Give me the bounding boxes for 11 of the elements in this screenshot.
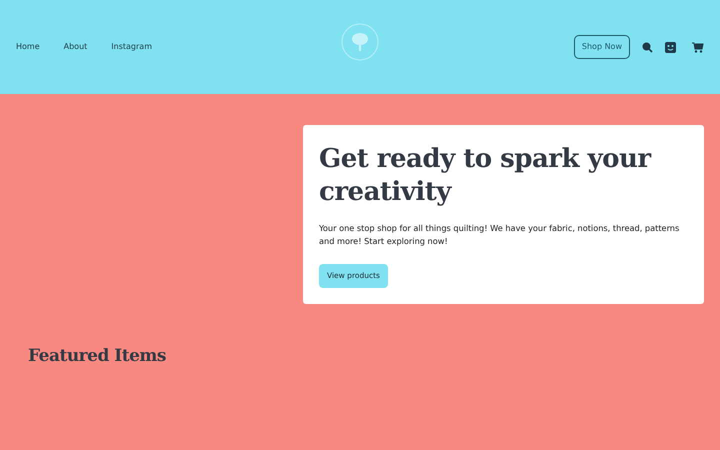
logo-icon	[340, 22, 380, 62]
account-icon[interactable]	[665, 42, 676, 52]
nav-link[interactable]: Home	[16, 41, 40, 53]
nav-link[interactable]: About	[64, 41, 88, 53]
hero-text: Your one stop shop for all things quilting! We have your fabric, notions, thread, patterns and more! Start exploring now!	[319, 222, 680, 248]
nav-link[interactable]: Instagram	[111, 41, 152, 53]
cart-icon[interactable]	[692, 42, 704, 52]
search-icon[interactable]	[642, 42, 653, 52]
shop-now-button[interactable]: Shop Now	[574, 35, 630, 59]
section-heading: Featured Items	[28, 346, 167, 366]
hero-title: Get ready to spark your creativity	[319, 143, 652, 208]
